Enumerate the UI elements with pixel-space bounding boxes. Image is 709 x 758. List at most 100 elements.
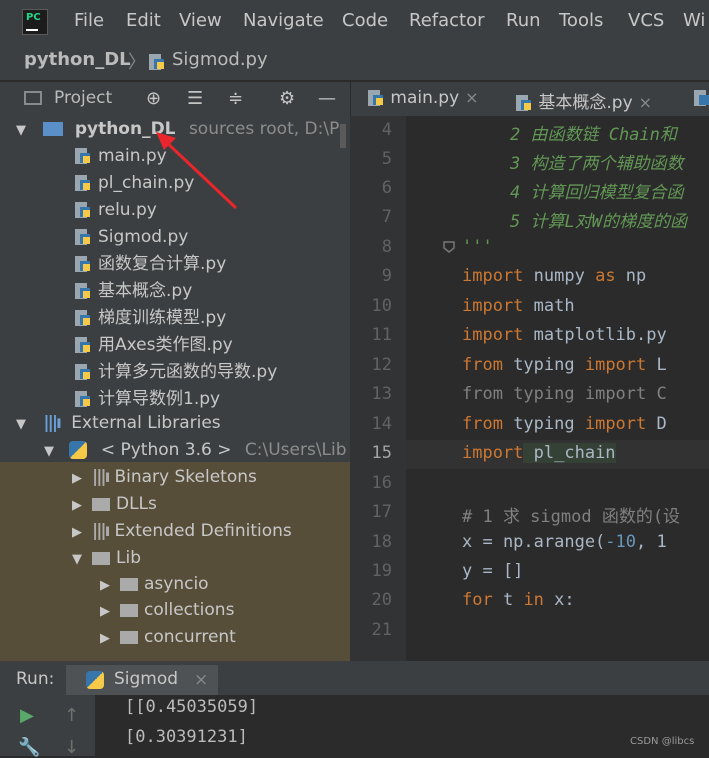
external-libraries-label: External Libraries xyxy=(71,413,221,433)
python-sdk-path: C:\Users\Lib xyxy=(244,440,347,460)
chevron-right-icon: ▶ xyxy=(72,498,82,513)
chevron-down-icon: ▼ xyxy=(72,552,82,567)
editor-tab-bar: main.py × 基本概念.py × xyxy=(350,82,709,116)
line-number: 16 xyxy=(371,473,392,493)
tree-file-row[interactable]: 用Axes类作图.py xyxy=(74,332,233,359)
tree-file-row[interactable]: 基本概念.py xyxy=(74,278,192,305)
menu-run[interactable]: Run xyxy=(506,10,541,31)
target-icon[interactable]: ⊕ xyxy=(146,88,161,109)
close-icon[interactable]: × xyxy=(465,88,478,107)
chevron-right-icon: ▶ xyxy=(72,525,82,540)
fold-icon[interactable] xyxy=(442,240,456,254)
tree-file-row[interactable]: 梯度训练模型.py xyxy=(74,305,226,332)
lib-label: Binary Skeletons xyxy=(114,467,257,487)
pycharm-logo-icon: PC xyxy=(22,9,48,35)
tab-basic-concepts[interactable]: 基本概念.py × xyxy=(515,88,652,113)
line-number: 19 xyxy=(371,561,392,581)
arrow-up-icon[interactable]: ↑ xyxy=(64,705,79,726)
menu-vcs[interactable]: VCS xyxy=(628,10,664,31)
code-line: for t in x: xyxy=(462,590,575,610)
chevron-right-icon: ▶ xyxy=(72,471,82,486)
file-label: 梯度训练模型.py xyxy=(98,308,227,328)
expand-icon[interactable]: ≑ xyxy=(228,88,243,109)
python-file-icon xyxy=(75,337,90,353)
file-label: relu.py xyxy=(98,200,157,220)
tree-lib-row[interactable]: ▶ |||ı Binary Skeletons xyxy=(72,464,257,491)
tree-file-row[interactable]: Sigmod.py xyxy=(74,224,188,251)
breadcrumb-file[interactable]: Sigmod.py xyxy=(172,49,268,70)
line-number: 14 xyxy=(371,414,392,434)
play-icon[interactable]: ▶ xyxy=(20,705,34,726)
project-tool-header: Project ⊕ ☰ ≑ ⚙ — xyxy=(0,82,350,116)
tree-package-row[interactable]: ▶ concurrent xyxy=(100,624,236,651)
collapse-icon[interactable]: ☰ xyxy=(187,88,203,109)
gear-icon[interactable]: ⚙ xyxy=(279,88,295,109)
line-number: 11 xyxy=(371,325,392,345)
menu-view[interactable]: View xyxy=(179,10,222,31)
minimize-icon[interactable]: — xyxy=(318,88,336,109)
menu-edit[interactable]: Edit xyxy=(126,10,161,31)
project-tree: ▼ python_DL sources root, D:\P main.py p… xyxy=(0,116,350,661)
tree-python-row[interactable]: ▼ < Python 3.6 > C:\Users\Lib xyxy=(44,437,347,464)
code-comment-line: # 1 求 sigmod 函数的(设 xyxy=(462,507,681,527)
python-file-icon xyxy=(75,283,90,299)
python-file-icon xyxy=(368,90,383,106)
python-icon xyxy=(86,671,104,689)
menu-file[interactable]: File xyxy=(74,10,104,31)
menu-refactor[interactable]: Refactor xyxy=(409,10,485,31)
watermark: CSDN @libcs xyxy=(630,736,695,747)
arrow-down-icon[interactable]: ↓ xyxy=(64,737,79,758)
wrench-icon[interactable]: 🔧 xyxy=(18,737,40,758)
console-output-line: [[0.45035059] xyxy=(125,697,259,717)
run-header: Run: Sigmod × xyxy=(0,661,709,695)
tab-label: 基本概念.py xyxy=(538,93,633,113)
line-number: 13 xyxy=(371,384,392,404)
tree-file-row[interactable]: 函数复合计算.py xyxy=(74,251,226,278)
tree-file-row[interactable]: relu.py xyxy=(74,197,157,224)
package-label: concurrent xyxy=(144,627,236,647)
line-number: 6 xyxy=(381,178,392,198)
tab-overflow[interactable] xyxy=(693,88,709,108)
tree-external-row[interactable]: ▼ |||ı External Libraries xyxy=(16,410,221,437)
tree-file-row[interactable]: 计算导数例1.py xyxy=(74,386,220,413)
project-tool-label[interactable]: Project xyxy=(54,88,112,108)
tab-label: main.py xyxy=(390,88,460,108)
tree-package-row[interactable]: ▶ asyncio xyxy=(100,571,209,598)
python-file-icon xyxy=(75,256,90,272)
menu-code[interactable]: Code xyxy=(342,10,388,31)
run-panel: Run: Sigmod × ▶ ↑ 🔧 ↓ [[0.45035059] [0.3… xyxy=(0,661,709,758)
run-tab-sigmod[interactable]: Sigmod × xyxy=(66,665,218,695)
menu-navigate[interactable]: Navigate xyxy=(243,10,324,31)
line-number: 9 xyxy=(381,266,392,286)
chevron-right-icon: ▶ xyxy=(100,631,110,646)
menu-window[interactable]: Wi xyxy=(683,10,705,31)
tab-main[interactable]: main.py × xyxy=(367,88,479,108)
chevron-down-icon: ▼ xyxy=(16,417,26,432)
code-line-unused: from typing import C xyxy=(462,384,667,404)
chevron-down-icon: ▼ xyxy=(16,123,26,138)
tree-lib-row[interactable]: ▶ |||ı Extended Definitions xyxy=(72,518,292,545)
breadcrumb-project[interactable]: python_DL xyxy=(24,49,131,70)
code-line: import matplotlib.py xyxy=(462,325,667,345)
code-line: from typing import L xyxy=(462,355,667,375)
lib-label: DLLs xyxy=(116,494,157,514)
tree-lib-row[interactable]: ▼ Lib xyxy=(72,545,141,572)
python-file-icon xyxy=(75,229,90,245)
close-icon[interactable]: × xyxy=(639,93,652,112)
python-sdk-label: < Python 3.6 > xyxy=(100,440,232,460)
logo-text: PC xyxy=(26,12,41,23)
menu-tools[interactable]: Tools xyxy=(559,10,603,31)
tree-package-row[interactable]: ▶ collections xyxy=(100,597,234,624)
project-view-icon xyxy=(24,91,42,105)
python-file-icon xyxy=(149,54,164,70)
tree-scrollbar[interactable] xyxy=(340,124,346,148)
tree-lib-row[interactable]: ▶ DLLs xyxy=(72,491,157,518)
tree-file-row[interactable]: 计算多元函数的导数.py xyxy=(74,359,277,386)
line-number: 12 xyxy=(371,355,392,375)
code-editor[interactable]: 4 5 6 7 8 9 10 11 12 13 14 15 16 17 18 1… xyxy=(350,116,709,661)
library-icon: |||ı xyxy=(92,521,111,541)
close-icon[interactable]: × xyxy=(194,670,208,690)
file-label: 计算导数例1.py xyxy=(98,389,221,409)
code-line: import math xyxy=(462,296,575,316)
python-file-icon xyxy=(75,202,90,218)
